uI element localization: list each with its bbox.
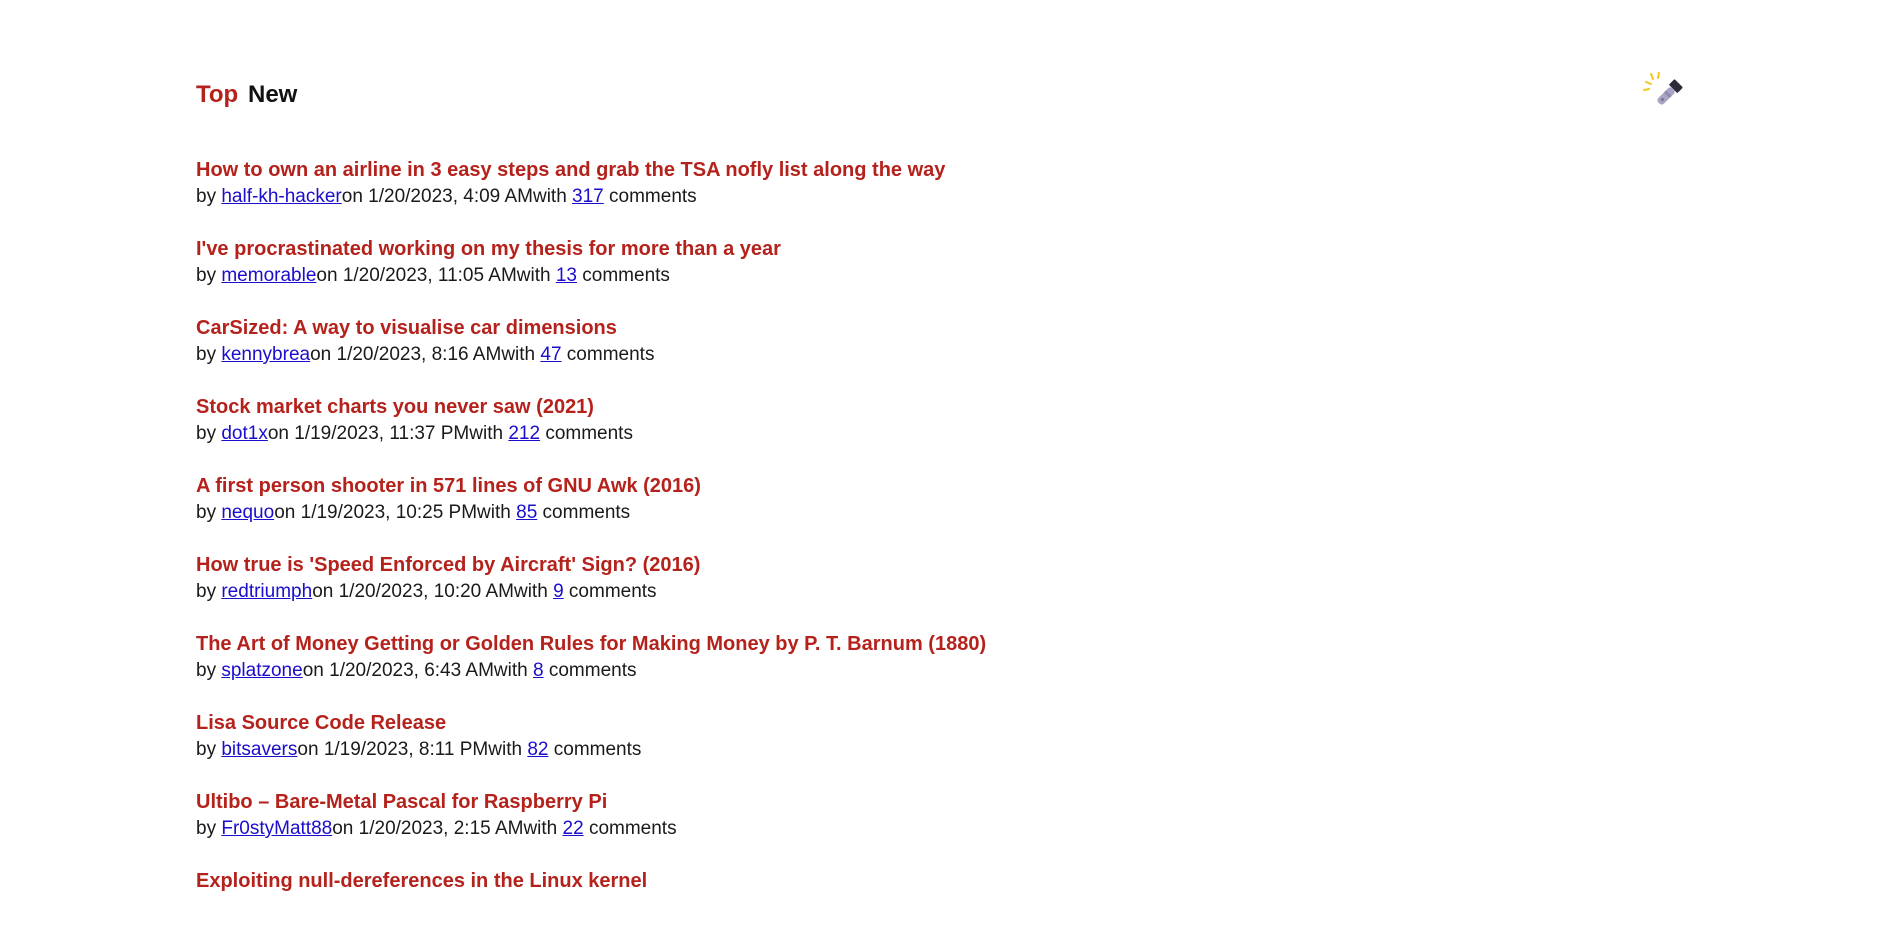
- story-meta: by nequoon 1/19/2023, 10:25 PMwith 85 co…: [196, 499, 1686, 527]
- comments-label: comments: [577, 265, 670, 286]
- story-meta: by redtriumphon 1/20/2023, 10:20 AMwith …: [196, 578, 1686, 606]
- comments-label: comments: [563, 581, 657, 602]
- story-title-link[interactable]: Exploiting null-dereferences in the Linu…: [196, 868, 1686, 894]
- with-label: with: [501, 344, 541, 365]
- story-date: 1/20/2023, 10:20 AM: [338, 581, 514, 602]
- story-date: 1/20/2023, 6:43 AM: [329, 660, 494, 681]
- list-item: Ultibo – Bare-Metal Pascal for Raspberry…: [196, 789, 1686, 868]
- story-title-link[interactable]: How true is 'Speed Enforced by Aircraft'…: [196, 552, 1686, 578]
- with-label: with: [516, 265, 556, 286]
- comments-count-link[interactable]: 9: [553, 581, 564, 602]
- author-link[interactable]: half-kh-hacker: [221, 186, 341, 207]
- comments-label: comments: [583, 818, 677, 839]
- author-link[interactable]: nequo: [221, 502, 274, 523]
- comments-count-link[interactable]: 13: [556, 265, 577, 286]
- story-date: 1/20/2023, 11:05 AM: [342, 265, 517, 286]
- comments-count-link[interactable]: 212: [508, 423, 540, 444]
- author-link[interactable]: dot1x: [221, 423, 267, 444]
- story-date: 1/19/2023, 8:11 PM: [323, 739, 489, 760]
- story-title-link[interactable]: Stock market charts you never saw (2021): [196, 394, 1686, 420]
- with-label: with: [532, 186, 573, 207]
- comments-count-link[interactable]: 82: [527, 739, 548, 760]
- story-title-link[interactable]: A first person shooter in 571 lines of G…: [196, 473, 1686, 499]
- story-date: 1/20/2023, 8:16 AM: [336, 344, 502, 365]
- on-label: on: [302, 660, 330, 681]
- comments-label: comments: [537, 502, 631, 523]
- list-item: Stock market charts you never saw (2021)…: [196, 394, 1686, 473]
- header: Top New: [196, 72, 1686, 112]
- story-date: 1/20/2023, 4:09 AM: [368, 186, 533, 207]
- story-meta: by bitsaverson 1/19/2023, 8:11 PMwith 82…: [196, 736, 1686, 764]
- by-label: by: [196, 265, 222, 286]
- story-title-link[interactable]: I've procrastinated working on my thesis…: [196, 236, 1686, 262]
- story-meta: by splatzoneon 1/20/2023, 6:43 AMwith 8 …: [196, 657, 1686, 685]
- story-meta: by dot1xon 1/19/2023, 11:37 PMwith 212 c…: [196, 420, 1686, 448]
- story-title-link[interactable]: The Art of Money Getting or Golden Rules…: [196, 631, 1686, 657]
- on-label: on: [332, 818, 359, 839]
- story-meta: by kennybreaon 1/20/2023, 8:16 AMwith 47…: [196, 341, 1686, 369]
- by-label: by: [196, 581, 222, 602]
- tab-top[interactable]: Top: [196, 78, 238, 112]
- author-link[interactable]: splatzone: [221, 660, 302, 681]
- list-item: CarSized: A way to visualise car dimensi…: [196, 315, 1686, 394]
- with-label: with: [493, 660, 533, 681]
- tab-new[interactable]: New: [248, 78, 297, 112]
- by-label: by: [196, 818, 222, 839]
- by-label: by: [196, 423, 222, 444]
- comments-label: comments: [603, 186, 697, 207]
- by-label: by: [196, 739, 222, 760]
- comments-label: comments: [543, 660, 637, 681]
- comments-count-link[interactable]: 317: [572, 186, 604, 207]
- by-label: by: [196, 186, 222, 207]
- story-date: 1/20/2023, 2:15 AM: [358, 818, 524, 839]
- flashlight-icon: [1643, 72, 1683, 105]
- list-item: Exploiting null-dereferences in the Linu…: [196, 868, 1686, 947]
- story-title-link[interactable]: Lisa Source Code Release: [196, 710, 1686, 736]
- comments-count-link[interactable]: 22: [563, 818, 584, 839]
- with-label: with: [488, 739, 528, 760]
- with-label: with: [513, 581, 554, 602]
- story-meta: by memorableon 1/20/2023, 11:05 AMwith 1…: [196, 262, 1686, 290]
- on-label: on: [341, 186, 369, 207]
- comments-count-link[interactable]: 85: [516, 502, 537, 523]
- list-item: The Art of Money Getting or Golden Rules…: [196, 631, 1686, 710]
- comments-count-link[interactable]: 8: [533, 660, 544, 681]
- by-label: by: [196, 502, 222, 523]
- with-label: with: [469, 423, 509, 444]
- list-item: How to own an airline in 3 easy steps an…: [196, 157, 1686, 236]
- list-item: How true is 'Speed Enforced by Aircraft'…: [196, 552, 1686, 631]
- author-link[interactable]: Fr0styMatt88: [221, 818, 332, 839]
- comments-label: comments: [561, 344, 655, 365]
- author-link[interactable]: redtriumph: [221, 581, 312, 602]
- on-label: on: [274, 502, 301, 523]
- story-meta: by Fr0styMatt88on 1/20/2023, 2:15 AMwith…: [196, 815, 1686, 843]
- story-title-link[interactable]: How to own an airline in 3 easy steps an…: [196, 157, 1686, 183]
- with-label: with: [523, 818, 563, 839]
- author-link[interactable]: memorable: [221, 265, 316, 286]
- story-list: How to own an airline in 3 easy steps an…: [196, 157, 1686, 947]
- comments-label: comments: [548, 739, 642, 760]
- on-label: on: [310, 344, 337, 365]
- on-label: on: [312, 581, 339, 602]
- story-meta: by half-kh-hackeron 1/20/2023, 4:09 AMwi…: [196, 183, 1686, 211]
- list-item: A first person shooter in 571 lines of G…: [196, 473, 1686, 552]
- comments-count-link[interactable]: 47: [540, 344, 561, 365]
- author-link[interactable]: kennybrea: [221, 344, 310, 365]
- story-date: 1/19/2023, 11:37 PM: [294, 423, 470, 444]
- comments-label: comments: [540, 423, 633, 444]
- on-label: on: [297, 739, 324, 760]
- list-item: I've procrastinated working on my thesis…: [196, 236, 1686, 315]
- on-label: on: [316, 265, 343, 286]
- theme-toggle-button[interactable]: [1642, 72, 1686, 116]
- author-link[interactable]: bitsavers: [221, 739, 297, 760]
- list-item: Lisa Source Code Release by bitsaverson …: [196, 710, 1686, 789]
- by-label: by: [196, 344, 222, 365]
- with-label: with: [477, 502, 517, 523]
- story-title-link[interactable]: CarSized: A way to visualise car dimensi…: [196, 315, 1686, 341]
- on-label: on: [267, 423, 295, 444]
- story-title-link[interactable]: Ultibo – Bare-Metal Pascal for Raspberry…: [196, 789, 1686, 815]
- by-label: by: [196, 660, 222, 681]
- story-date: 1/19/2023, 10:25 PM: [300, 502, 478, 523]
